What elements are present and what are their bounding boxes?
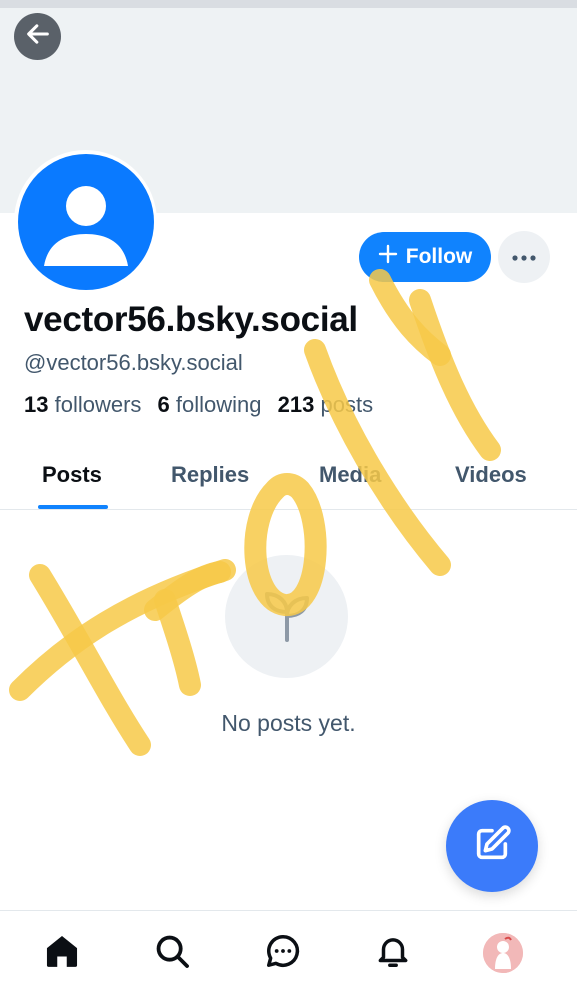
posts-label: posts xyxy=(320,392,374,417)
avatar xyxy=(483,933,523,973)
top-edge xyxy=(0,0,577,8)
following-label: following xyxy=(175,392,262,417)
tab-media[interactable]: Media xyxy=(319,462,381,488)
nav-chat[interactable] xyxy=(261,931,305,975)
following-link[interactable]: 6 following xyxy=(158,392,262,417)
nav-profile[interactable] xyxy=(481,931,525,975)
follow-label: Follow xyxy=(405,245,473,268)
seedling-icon xyxy=(255,582,319,651)
default-avatar-icon xyxy=(17,153,154,290)
chat-icon xyxy=(264,932,302,975)
nav-notifications[interactable] xyxy=(371,931,415,975)
compose-icon xyxy=(472,824,512,869)
following-count: 6 xyxy=(157,392,170,417)
tab-replies[interactable]: Replies xyxy=(171,462,249,488)
profile-stats: 13 followers 6 following 213 posts xyxy=(24,392,373,418)
active-tab-indicator xyxy=(38,505,108,509)
ellipsis-icon xyxy=(512,248,536,266)
tab-posts[interactable]: Posts xyxy=(42,462,102,488)
compose-button[interactable] xyxy=(446,800,538,892)
posts-stat: 213 posts xyxy=(278,392,373,417)
followers-link[interactable]: 13 followers xyxy=(24,392,141,417)
more-options-button[interactable] xyxy=(498,231,550,283)
bottom-navigation xyxy=(0,910,577,1001)
profile-tabs: Posts Replies Media Videos xyxy=(0,445,577,510)
profile-avatar[interactable] xyxy=(14,150,157,293)
nav-search[interactable] xyxy=(150,931,194,975)
empty-state-icon-circle xyxy=(225,555,348,678)
follow-button[interactable]: Follow xyxy=(359,232,491,282)
tab-videos[interactable]: Videos xyxy=(455,462,527,488)
back-button[interactable] xyxy=(14,13,61,60)
arrow-left-icon xyxy=(24,20,52,53)
empty-state-message: No posts yet. xyxy=(221,710,356,736)
followers-count: 13 xyxy=(24,392,49,417)
home-icon xyxy=(43,932,81,975)
nav-home[interactable] xyxy=(40,931,84,975)
plus-icon xyxy=(378,244,398,270)
display-name: vector56.bsky.social xyxy=(24,300,358,339)
search-icon xyxy=(153,932,191,975)
posts-count: 213 xyxy=(277,392,315,417)
bell-icon xyxy=(374,932,412,975)
followers-label: followers xyxy=(54,392,142,417)
profile-handle: @vector56.bsky.social xyxy=(24,350,243,375)
